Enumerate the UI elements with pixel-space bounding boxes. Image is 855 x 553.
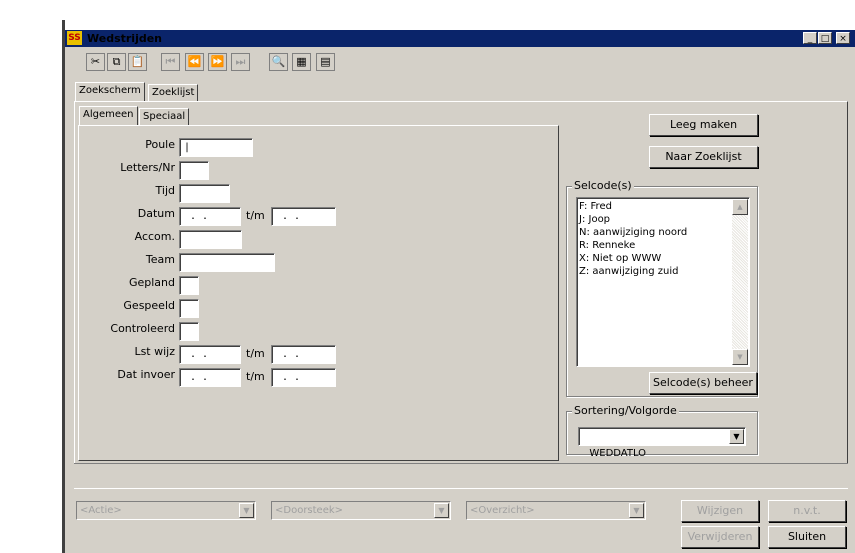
list-item[interactable]: N: aanwijziging noord (579, 226, 687, 239)
verwijderen-button[interactable]: Verwijderen (681, 526, 759, 548)
previous-record-icon[interactable]: ⏪ (185, 53, 204, 71)
search-icon[interactable]: 🔍 (269, 53, 288, 71)
maximize-button[interactable]: □ (818, 32, 832, 44)
title-bar[interactable] (65, 30, 855, 47)
list-item[interactable]: Z: aanwijziging zuid (579, 265, 687, 278)
controleerd-checkbox[interactable] (179, 322, 199, 341)
wijzigen-button[interactable]: Wijzigen (681, 500, 759, 522)
doorsteek-select[interactable]: <Doorsteek> ▼ (271, 501, 451, 520)
first-record-icon[interactable]: ⏮ (161, 53, 180, 71)
gespeeld-label: Gespeeld (123, 299, 175, 312)
list-item[interactable]: R: Renneke (579, 239, 687, 252)
lst-wijz-to-input[interactable]: . . (271, 345, 336, 364)
datum-from-input[interactable]: . . (179, 207, 241, 226)
tijd-input[interactable] (179, 184, 230, 203)
letters-nr-label: Letters/Nr (120, 161, 175, 174)
grid-icon[interactable]: ▦ (292, 53, 311, 71)
chevron-down-icon[interactable]: ▼ (729, 429, 744, 444)
dat-invoer-from-input[interactable]: . . (179, 368, 241, 387)
leeg-maken-button[interactable]: Leeg maken (649, 114, 758, 136)
lst-wijz-from-input[interactable]: . . (179, 345, 241, 364)
list-item[interactable]: X: Niet op WWW (579, 252, 687, 265)
cut-icon[interactable]: ✂ (86, 53, 105, 71)
app-icon: SS (67, 31, 82, 45)
nvt-button[interactable]: n.v.t. (768, 500, 846, 522)
actie-value: <Actie> (80, 505, 122, 516)
list-item[interactable]: J: Joop (579, 213, 687, 226)
accom-label: Accom. (134, 230, 175, 243)
tab-zoekscherm[interactable]: Zoekscherm (75, 82, 145, 102)
actie-select[interactable]: <Actie> ▼ (76, 501, 256, 520)
overzicht-value: <Overzicht> (470, 505, 535, 516)
gepland-checkbox[interactable] (179, 276, 199, 295)
chevron-down-icon[interactable]: ▼ (239, 503, 254, 518)
form-icon[interactable]: ▤ (316, 53, 335, 71)
naar-zoeklijst-button[interactable]: Naar Zoeklijst (649, 146, 758, 168)
window-title: Wedstrijden (87, 32, 163, 45)
next-record-icon[interactable]: ⏩ (208, 53, 227, 71)
selcode-legend: Selcode(s) (572, 179, 634, 192)
lst-wijz-label: Lst wijz (134, 345, 175, 358)
gepland-label: Gepland (128, 276, 175, 289)
scroll-down-icon[interactable]: ▼ (732, 349, 748, 365)
lst-wijz-tm-label: t/m (246, 347, 265, 360)
sluiten-button[interactable]: Sluiten (768, 526, 846, 548)
tab-speciaal[interactable]: Speciaal (139, 108, 190, 126)
poule-input[interactable]: | (179, 138, 253, 157)
controleerd-label: Controleerd (110, 322, 175, 335)
selcode-scrollbar[interactable]: ▲ ▼ (732, 199, 748, 365)
close-button[interactable]: × (836, 32, 850, 44)
status-strip (74, 463, 848, 489)
overzicht-select[interactable]: <Overzicht> ▼ (466, 501, 646, 520)
copy-icon[interactable]: ⧉ (107, 53, 126, 71)
datum-to-input[interactable]: . . (271, 207, 336, 226)
dat-invoer-label: Dat invoer (117, 368, 175, 381)
team-label: Team (145, 253, 175, 266)
paste-icon[interactable]: 📋 (128, 53, 147, 71)
dat-invoer-tm-label: t/m (246, 370, 265, 383)
scroll-up-icon[interactable]: ▲ (732, 199, 748, 215)
list-item[interactable]: F: Fred (579, 200, 687, 213)
datum-label: Datum (137, 207, 175, 220)
selcode-listbox[interactable]: F: Fred J: Joop N: aanwijziging noord R:… (576, 197, 750, 367)
sortering-value: WEDDATLO (589, 448, 647, 459)
last-record-icon[interactable]: ⏭ (231, 53, 250, 71)
dat-invoer-to-input[interactable]: . . (271, 368, 336, 387)
accom-input[interactable] (179, 230, 242, 249)
poule-label: Poule (145, 138, 175, 151)
sortering-select[interactable]: WEDDATLO ▼ (578, 427, 746, 459)
gespeeld-checkbox[interactable] (179, 299, 199, 318)
tab-zoeklijst[interactable]: Zoeklijst (148, 84, 199, 102)
inner-tab-panel (78, 125, 559, 461)
doorsteek-value: <Doorsteek> (275, 505, 344, 516)
tab-algemeen[interactable]: Algemeen (79, 106, 138, 126)
minimize-button[interactable]: _ (803, 32, 817, 44)
datum-tm-label: t/m (246, 209, 265, 222)
sortering-legend: Sortering/Volgorde (572, 404, 679, 417)
tijd-label: Tijd (155, 184, 175, 197)
chevron-down-icon[interactable]: ▼ (434, 503, 449, 518)
chevron-down-icon[interactable]: ▼ (629, 503, 644, 518)
team-input[interactable] (179, 253, 275, 272)
selcode-beheer-button[interactable]: Selcode(s) beheer (649, 372, 757, 394)
selcode-list: F: Fred J: Joop N: aanwijziging noord R:… (579, 200, 687, 278)
letters-nr-input[interactable] (179, 161, 209, 180)
